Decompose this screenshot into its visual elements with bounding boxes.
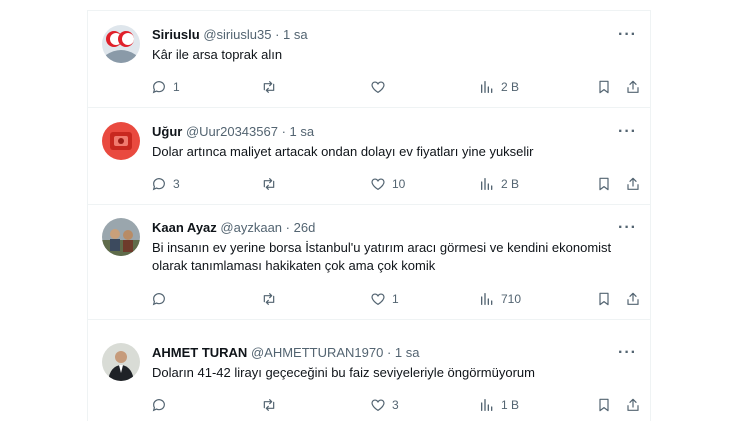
like-count: 3 (392, 398, 399, 412)
views-icon (481, 81, 493, 93)
bookmark-button[interactable] (596, 290, 612, 308)
share-button[interactable] (625, 78, 641, 96)
view-count: 2 B (501, 80, 520, 94)
user-handle[interactable]: @siriuslu35 (203, 27, 271, 42)
timestamp[interactable]: · 1 sa (282, 124, 315, 139)
user-handle[interactable]: @AHMETTURAN1970 (251, 345, 383, 360)
user-handle[interactable]: @ayzkaan (220, 220, 282, 235)
views-button[interactable]: 2 B (479, 175, 519, 193)
action-bar: 1 2 B (151, 78, 641, 96)
heart-icon (371, 399, 385, 412)
bookmark-button[interactable] (596, 78, 612, 96)
tweet-text: Kâr ile arsa toprak alın (152, 47, 283, 62)
share-icon (627, 177, 639, 190)
user-handle[interactable]: @Uur20343567 (186, 124, 278, 139)
reply-button[interactable] (151, 396, 173, 414)
views-icon (481, 293, 493, 305)
more-icon[interactable]: ··· (618, 124, 636, 143)
view-count: 1 B (501, 398, 520, 412)
retweet-button[interactable] (261, 78, 283, 96)
more-icon[interactable]: ··· (618, 220, 636, 239)
views-button[interactable]: 710 (479, 290, 521, 308)
tweet-header: AHMET TURAN @AHMETTURAN1970 · 1 sa (152, 345, 420, 361)
bookmark-icon (599, 292, 609, 306)
reply-feed: Siriuslu @siriuslu35 · 1 sa ··· Kâr ile … (87, 10, 651, 421)
tweet-header: Uğur @Uur20343567 · 1 sa (152, 124, 314, 140)
bookmark-icon (599, 177, 609, 191)
avatar[interactable] (102, 25, 140, 63)
more-icon[interactable]: ··· (618, 345, 636, 364)
heart-icon (371, 81, 385, 94)
tweet-header: Kaan Ayaz @ayzkaan · 26d (152, 220, 315, 236)
avatar[interactable] (102, 343, 140, 381)
reply-button[interactable] (151, 290, 173, 308)
display-name[interactable]: AHMET TURAN (152, 345, 247, 360)
views-button[interactable]: 2 B (479, 78, 519, 96)
tweet-text: Dolar artınca maliyet artacak ondan dola… (152, 144, 534, 159)
like-button[interactable]: 1 (370, 290, 399, 308)
display-name[interactable]: Siriuslu (152, 27, 200, 42)
tweet-text: Doların 41-42 lirayı geçeceğini bu faiz … (152, 365, 535, 380)
display-name[interactable]: Kaan Ayaz (152, 220, 217, 235)
bookmark-button[interactable] (596, 396, 612, 414)
share-icon (627, 398, 639, 411)
views-icon (481, 178, 493, 190)
reply-count: 3 (173, 177, 180, 191)
reply-icon (152, 399, 165, 412)
retweet-icon (263, 293, 275, 305)
timestamp[interactable]: · 1 sa (387, 345, 420, 360)
like-count: 10 (392, 177, 406, 191)
bookmark-button[interactable] (596, 175, 612, 193)
action-bar: 1 710 (151, 290, 641, 308)
share-button[interactable] (625, 175, 641, 193)
retweet-button[interactable] (261, 290, 283, 308)
display-name[interactable]: Uğur (152, 124, 182, 139)
heart-icon (371, 178, 385, 191)
retweet-icon (263, 178, 275, 190)
views-icon (481, 399, 493, 411)
retweet-icon (263, 81, 275, 93)
tweet-header: Siriuslu @siriuslu35 · 1 sa (152, 27, 308, 43)
timestamp[interactable]: · 26d (286, 220, 316, 235)
share-button[interactable] (625, 396, 641, 414)
tweet[interactable]: Uğur @Uur20343567 · 1 sa ··· Dolar artın… (88, 108, 650, 205)
bookmark-icon (599, 398, 609, 412)
avatar[interactable] (102, 122, 140, 160)
share-button[interactable] (625, 290, 641, 308)
tweet[interactable]: Siriuslu @siriuslu35 · 1 sa ··· Kâr ile … (88, 11, 650, 108)
heart-icon (371, 293, 385, 306)
like-button[interactable] (370, 78, 392, 96)
retweet-button[interactable] (261, 396, 283, 414)
like-button[interactable]: 3 (370, 396, 399, 414)
reply-icon (152, 293, 165, 306)
action-bar: 3 10 2 B (151, 175, 641, 193)
tweet-text: Bi insanın ev yerine borsa İstanbul'u ya… (152, 240, 612, 273)
avatar[interactable] (102, 218, 140, 256)
reply-count: 1 (173, 80, 180, 94)
reply-button[interactable]: 1 (151, 78, 180, 96)
view-count: 2 B (501, 177, 520, 191)
share-icon (627, 292, 639, 305)
view-count: 710 (501, 292, 522, 306)
retweet-button[interactable] (261, 175, 283, 193)
reply-icon (152, 81, 165, 94)
bookmark-icon (599, 80, 609, 94)
share-icon (627, 80, 639, 93)
timestamp[interactable]: · 1 sa (275, 27, 308, 42)
reply-button[interactable]: 3 (151, 175, 180, 193)
tweet[interactable]: Kaan Ayaz @ayzkaan · 26d ··· Bi insanın … (88, 205, 650, 320)
retweet-icon (263, 399, 275, 411)
action-bar: 3 1 B (151, 396, 641, 414)
like-count: 1 (392, 292, 399, 306)
views-button[interactable]: 1 B (479, 396, 519, 414)
like-button[interactable]: 10 (370, 175, 405, 193)
tweet[interactable]: AHMET TURAN @AHMETTURAN1970 · 1 sa ··· D… (88, 320, 650, 421)
more-icon[interactable]: ··· (618, 27, 636, 46)
reply-icon (152, 178, 165, 191)
